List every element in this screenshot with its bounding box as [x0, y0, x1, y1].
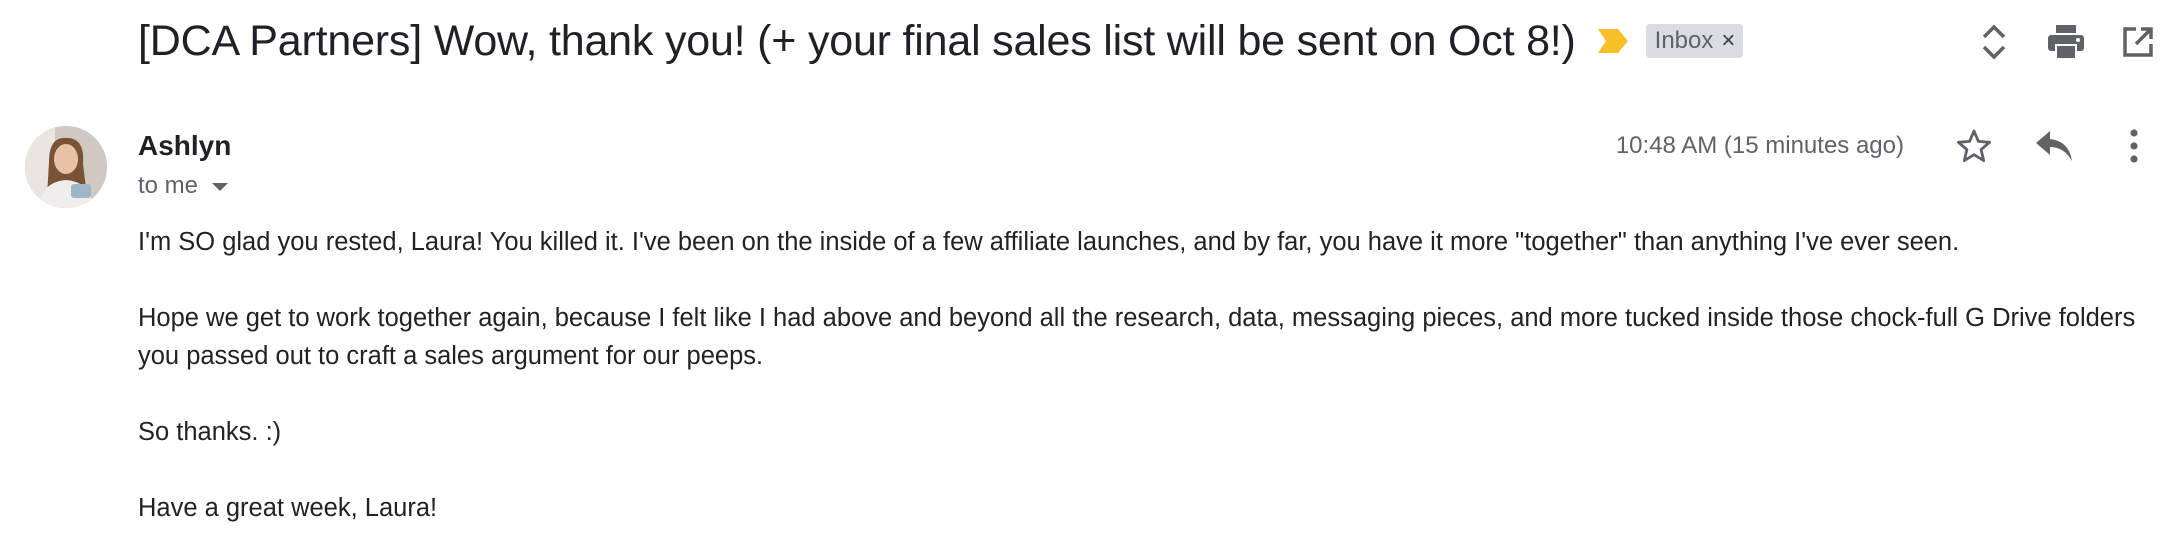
open-in-new-window-icon[interactable] [2102, 16, 2174, 68]
body-paragraph: Have a great week, Laura! [138, 494, 438, 522]
email-view: [DCA Partners] Wow, thank you! (+ your f… [0, 0, 2174, 546]
caret-down-icon[interactable] [212, 183, 229, 191]
inbox-label-chip: Inbox × [1645, 24, 1744, 58]
avatar[interactable] [25, 126, 107, 208]
email-timestamp: 10:48 AM (15 minutes ago) [1615, 132, 1904, 159]
sender-name[interactable]: Ashlyn [138, 130, 231, 162]
email-subject: [DCA Partners] Wow, thank you! (+ your f… [138, 16, 1576, 65]
message-actions: 10:48 AM (15 minutes ago) [1616, 118, 2174, 174]
body-paragraph: Hope we get to work together again, beca… [138, 304, 2136, 370]
print-icon[interactable] [2030, 16, 2102, 68]
subject-row: [DCA Partners] Wow, thank you! (+ your f… [138, 10, 1744, 72]
recipient-label: to me [138, 172, 199, 199]
star-outline-icon[interactable] [1934, 118, 2014, 174]
email-body: I'm SO glad you rested, Laura! You kille… [138, 223, 2138, 546]
unfold-icon[interactable] [1958, 16, 2030, 68]
label-text: Inbox [1654, 27, 1714, 54]
thread-actions [1958, 16, 2174, 68]
importance-marker-icon[interactable] [1597, 29, 1628, 53]
recipient-details[interactable]: to me [138, 172, 229, 200]
remove-label-button[interactable]: × [1721, 27, 1735, 55]
reply-icon[interactable] [2014, 118, 2094, 174]
body-paragraph: I'm SO glad you rested, Laura! You kille… [138, 228, 1960, 256]
more-vertical-icon[interactable] [2094, 118, 2174, 174]
body-paragraph: So thanks. :) [138, 418, 282, 446]
